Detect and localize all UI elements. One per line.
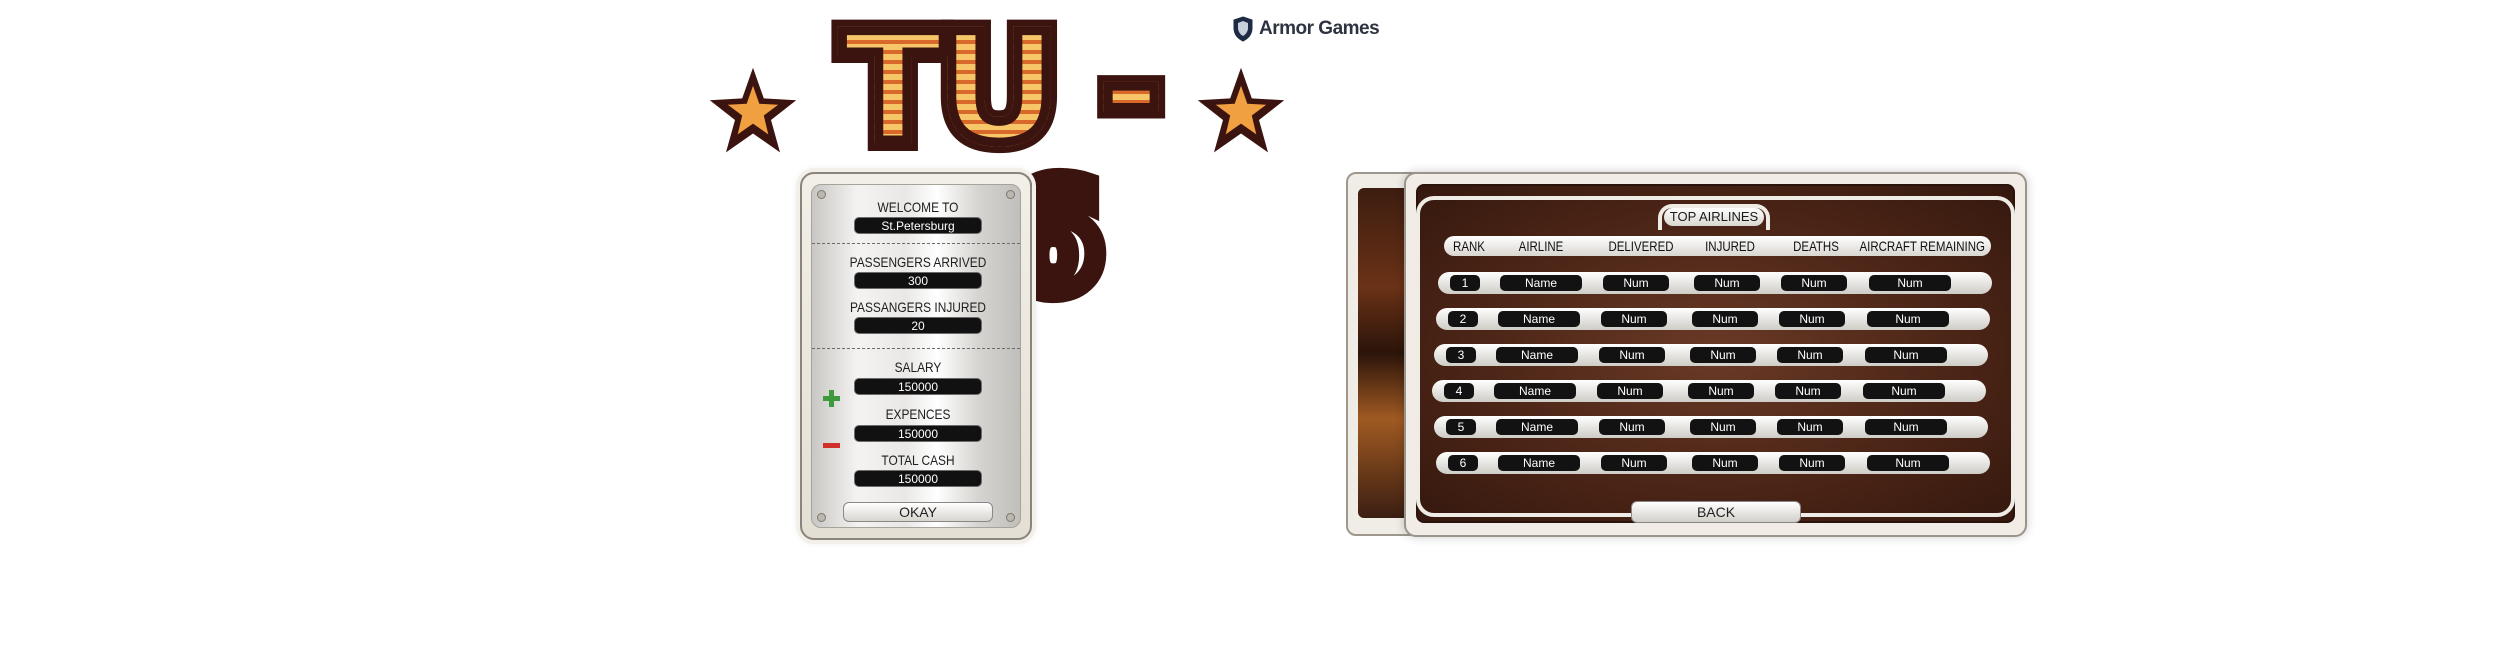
remaining-cell: Num (1867, 311, 1949, 327)
passengers-injured-value: 20 (854, 317, 982, 334)
minus-icon (823, 443, 840, 448)
table-row: 1 Name Num Num Num Num (1438, 272, 1992, 294)
airline-cell: Name (1498, 455, 1580, 471)
passengers-arrived-value: 300 (854, 272, 982, 289)
plus-icon (823, 390, 840, 407)
rank-cell: 6 (1448, 455, 1478, 471)
screw-icon (817, 513, 826, 522)
screw-icon (1006, 190, 1015, 199)
star-icon (709, 67, 797, 153)
delivered-cell: Num (1601, 311, 1667, 327)
remaining-cell: Num (1867, 455, 1949, 471)
rank-cell: 4 (1444, 383, 1474, 399)
airline-cell: Name (1494, 383, 1576, 399)
airline-cell: Name (1496, 419, 1578, 435)
back-button[interactable]: BACK (1631, 501, 1801, 523)
salary-value: 150000 (854, 378, 982, 395)
delivered-cell: Num (1599, 419, 1665, 435)
delivered-cell: Num (1597, 383, 1663, 399)
table-row: 3 Name Num Num Num Num (1434, 344, 1988, 366)
column-header-delivered: DELIVERED (1608, 238, 1674, 254)
flight-results-panel: WELCOME TO St.Petersburg PASSENGERS ARRI… (800, 172, 1032, 540)
city-value: St.Petersburg (854, 217, 982, 234)
injured-cell: Num (1692, 455, 1758, 471)
column-header-airline: AIRLINE (1518, 238, 1564, 254)
airline-cell: Name (1498, 311, 1580, 327)
deaths-cell: Num (1781, 275, 1847, 291)
total-cash-value: 150000 (854, 470, 982, 487)
injured-cell: Num (1690, 347, 1756, 363)
table-row: 6 Name Num Num Num Num (1436, 452, 1990, 474)
divider (812, 243, 1020, 244)
logo-title: TU - 46 (794, 10, 1204, 319)
passengers-injured-label: PASSANGERS INJURED (850, 299, 986, 315)
screw-icon (1006, 513, 1015, 522)
table-row: 5 Name Num Num Num Num (1434, 416, 1988, 438)
remaining-cell: Num (1865, 347, 1947, 363)
table-row: 4 Name Num Num Num Num (1432, 380, 1986, 402)
airline-cell: Name (1500, 275, 1582, 291)
star-icon (1197, 67, 1285, 153)
okay-button[interactable]: OKAY (843, 502, 993, 522)
injured-cell: Num (1688, 383, 1754, 399)
remaining-cell: Num (1865, 419, 1947, 435)
delivered-cell: Num (1599, 347, 1665, 363)
brand-name: Armor Games (1259, 18, 1380, 39)
column-header-rank: RANK (1453, 238, 1485, 254)
rank-cell: 2 (1448, 311, 1478, 327)
screw-icon (817, 190, 826, 199)
results-panel-body: WELCOME TO St.Petersburg PASSENGERS ARRI… (811, 184, 1021, 528)
deaths-cell: Num (1777, 347, 1843, 363)
rank-cell: 1 (1450, 275, 1480, 291)
delivered-cell: Num (1603, 275, 1669, 291)
divider (812, 348, 1020, 349)
table-row: 2 Name Num Num Num Num (1436, 308, 1990, 330)
remaining-cell: Num (1869, 275, 1951, 291)
passengers-arrived-label: PASSENGERS ARRIVED (849, 254, 987, 270)
remaining-cell: Num (1863, 383, 1945, 399)
expenses-value: 150000 (854, 425, 982, 442)
column-header-aircraft-remaining: AIRCRAFT REMAINING (1859, 238, 1985, 254)
rank-cell: 3 (1446, 347, 1476, 363)
board-title: TOP AIRLINES (1664, 208, 1764, 226)
column-header-injured: INJURED (1705, 238, 1755, 254)
airline-cell: Name (1496, 347, 1578, 363)
rank-cell: 5 (1446, 419, 1476, 435)
shield-icon (1233, 16, 1253, 42)
total-cash-label: TOTAL CASH (881, 452, 955, 468)
deaths-cell: Num (1779, 455, 1845, 471)
deaths-cell: Num (1775, 383, 1841, 399)
game-logo: TU - 46 TU - 46 (708, 3, 1288, 325)
injured-cell: Num (1692, 311, 1758, 327)
injured-cell: Num (1690, 419, 1756, 435)
salary-label: SALARY (894, 359, 942, 375)
deaths-cell: Num (1779, 311, 1845, 327)
delivered-cell: Num (1601, 455, 1667, 471)
column-header-deaths: DEATHS (1793, 238, 1839, 254)
deaths-cell: Num (1777, 419, 1843, 435)
injured-cell: Num (1694, 275, 1760, 291)
welcome-label: WELCOME TO (877, 199, 959, 215)
armor-games-brand[interactable]: Armor Games (1233, 15, 1380, 43)
expenses-label: EXPENCES (885, 406, 951, 422)
top-airlines-board: TOP AIRLINES RANK AIRLINE DELIVERED INJU… (1404, 172, 2027, 537)
